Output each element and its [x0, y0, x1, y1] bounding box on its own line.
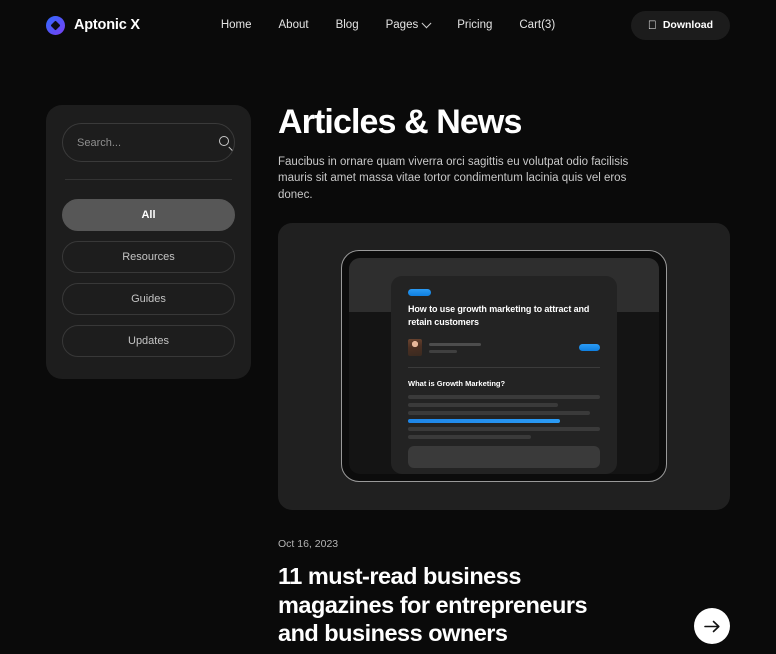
- featured-article-image[interactable]: How to use growth marketing to attract a…: [278, 222, 730, 510]
- mockup-highlighted-line: [408, 419, 560, 423]
- main-content: Articles & News Faucibus in ornare quam …: [278, 103, 730, 649]
- mockup-author-row: [408, 339, 600, 357]
- filter-button-all[interactable]: All: [62, 199, 235, 231]
- avatar: [408, 339, 422, 357]
- nav-item-home[interactable]: Home: [221, 19, 252, 31]
- filter-button-updates[interactable]: Updates: [62, 325, 235, 357]
- mockup-text-line: [408, 403, 558, 407]
- page-description: Faucibus in ornare quam viverra orci sag…: [278, 155, 629, 202]
- filters-sidebar: All Resources Guides Updates: [46, 105, 251, 379]
- tablet-screen: How to use growth marketing to attract a…: [349, 258, 659, 475]
- mockup-category-pill: [408, 289, 431, 297]
- mockup-text-line: [408, 427, 600, 431]
- nav-item-pages-label: Pages: [385, 19, 419, 31]
- mockup-text-line: [408, 435, 531, 439]
- brand-name: Aptonic X: [74, 17, 140, 33]
- mockup-article-card: How to use growth marketing to attract a…: [391, 276, 617, 475]
- mockup-separator: [408, 367, 600, 369]
- mockup-article-title: How to use growth marketing to attract a…: [408, 304, 590, 328]
- post-summary-row: 11 must-read business magazines for entr…: [278, 562, 730, 649]
- diamond-logo-icon: [46, 15, 65, 35]
- site-header: Aptonic X Home About Blog Pages Pricing …: [0, 0, 776, 50]
- search-input[interactable]: [77, 136, 219, 149]
- brand-logo[interactable]: Aptonic X: [46, 15, 140, 35]
- mockup-image-block: [408, 445, 600, 468]
- page-body: All Resources Guides Updates Articles & …: [0, 50, 776, 648]
- sidebar-divider: [65, 179, 232, 180]
- filter-button-guides[interactable]: Guides: [62, 283, 235, 315]
- mockup-section-heading: What is Growth Marketing?: [408, 379, 506, 389]
- mockup-text-line: [408, 411, 591, 415]
- nav-item-cart[interactable]: Cart(3): [519, 19, 555, 31]
- filter-button-resources[interactable]: Resources: [62, 241, 235, 273]
- search-icon[interactable]: [219, 136, 232, 151]
- apple-icon: : [648, 19, 657, 31]
- page-title: Articles & News: [278, 103, 522, 141]
- arrow-right-icon: [703, 620, 720, 633]
- download-button-label: Download: [662, 19, 713, 31]
- post-title[interactable]: 11 must-read business magazines for entr…: [278, 562, 628, 649]
- mockup-action-pill: [579, 344, 600, 352]
- nav-item-pricing[interactable]: Pricing: [457, 19, 492, 31]
- search-box[interactable]: [62, 123, 235, 162]
- download-button[interactable]:  Download: [630, 10, 730, 40]
- nav-item-blog[interactable]: Blog: [336, 19, 359, 31]
- post-date: Oct 16, 2023: [278, 537, 339, 550]
- chevron-down-icon: [421, 17, 432, 28]
- nav-item-pages[interactable]: Pages: [385, 17, 432, 31]
- mockup-text-line: [408, 395, 600, 399]
- tablet-mockup: How to use growth marketing to attract a…: [341, 250, 667, 483]
- nav-item-about[interactable]: About: [279, 19, 309, 31]
- read-more-button[interactable]: [694, 608, 730, 645]
- mockup-author-placeholder: [429, 342, 572, 353]
